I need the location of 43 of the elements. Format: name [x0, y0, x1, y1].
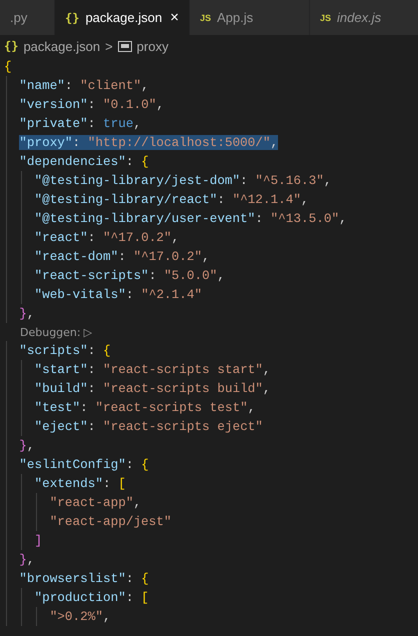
code-line: "react": "^17.0.2",	[34, 230, 180, 245]
code-line: "react-scripts": "5.0.0",	[34, 268, 225, 283]
code-line: "eject": "react-scripts eject"	[34, 419, 263, 434]
code-line: "extends": [	[34, 476, 126, 491]
code-line: ">0.2%",	[50, 609, 111, 624]
code-line: "@testing-library/react": "^12.1.4",	[34, 192, 309, 207]
breadcrumb-item[interactable]: proxy	[136, 38, 168, 54]
code-line: "private": true,	[19, 116, 142, 131]
editor-tab[interactable]: .py	[0, 0, 55, 35]
close-icon[interactable]: ×	[170, 9, 179, 26]
braces-icon: {}	[4, 39, 18, 53]
code-line: "web-vitals": "^2.1.4"	[34, 287, 202, 302]
code-line: "dependencies": {	[19, 154, 149, 169]
breadcrumb-separator: >	[105, 38, 113, 54]
editor-tab[interactable]: JS App.js	[190, 0, 310, 35]
code-line: "react-app",	[50, 495, 142, 510]
code-line: "react-app/jest"	[50, 514, 172, 529]
editor-tab[interactable]: JS index.js	[310, 0, 418, 35]
string-symbol-icon	[118, 40, 132, 52]
run-icon[interactable]: ▷	[84, 326, 92, 338]
breadcrumb-item[interactable]: package.json	[23, 38, 100, 54]
code-line: "version": "0.1.0",	[19, 97, 164, 112]
code-line: "production": [	[34, 590, 149, 605]
braces-icon: {}	[65, 10, 80, 24]
code-line: "@testing-library/jest-dom": "^5.16.3",	[34, 173, 332, 188]
code-line: "test": "react-scripts test",	[34, 400, 256, 415]
code-line: },	[19, 306, 34, 321]
js-file-icon: JS	[320, 12, 332, 22]
code-line: "@testing-library/user-event": "^13.5.0",	[34, 211, 347, 226]
editor-tab[interactable]: {} package.json ×	[55, 0, 190, 35]
code-line: "name": "client",	[19, 78, 149, 93]
js-file-icon: JS	[200, 12, 212, 22]
code-line: },	[19, 552, 34, 567]
codelens-label[interactable]: Debuggen:	[20, 326, 81, 338]
code-line: ]	[34, 533, 42, 548]
code-line: "build": "react-scripts build",	[34, 381, 271, 396]
code-line: "react-dom": "^17.0.2",	[34, 249, 210, 264]
code-line: {	[4, 59, 12, 74]
code-line: "browserslist": {	[19, 571, 149, 586]
code-line: },	[19, 438, 34, 453]
code-line: "start": "react-scripts start",	[34, 362, 271, 377]
code-line: "scripts": {	[19, 343, 111, 358]
code-line: "eslintConfig": {	[19, 457, 149, 472]
